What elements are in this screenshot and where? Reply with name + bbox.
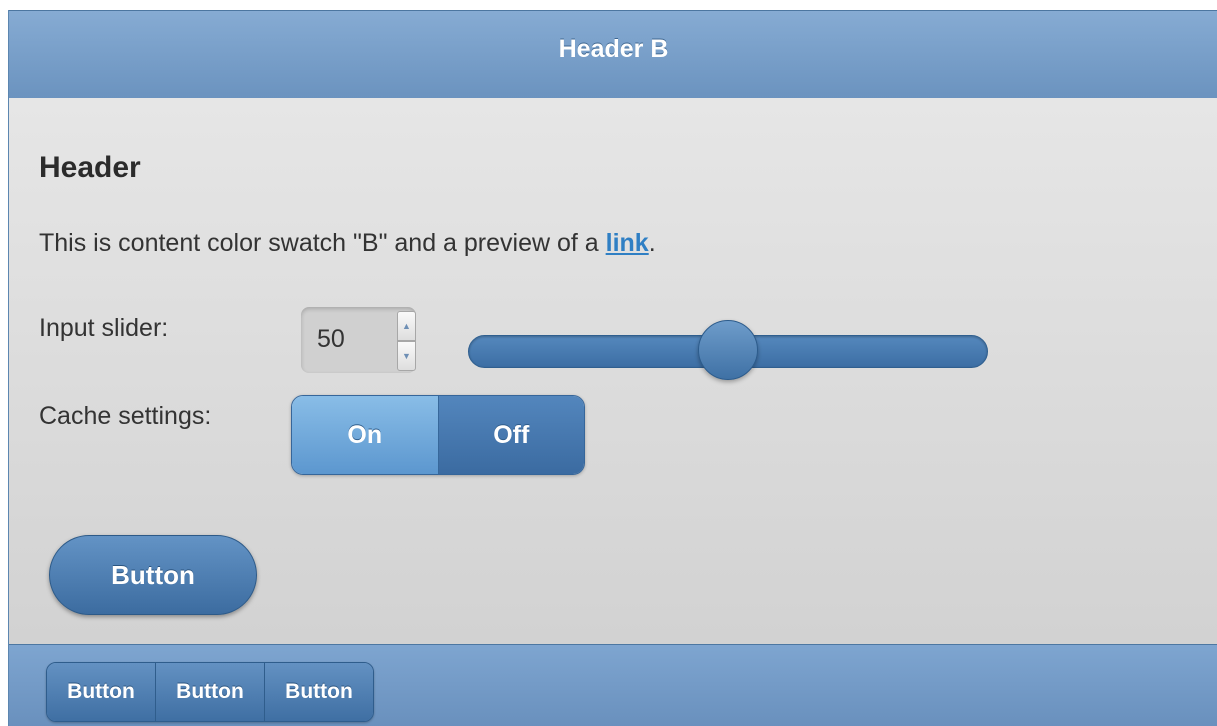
spin-up-arrow-icon[interactable]: ▲ [397, 311, 416, 341]
spin-down-arrow-icon[interactable]: ▼ [397, 341, 416, 371]
slider-number-input[interactable]: 50 ▲ ▼ [301, 307, 416, 373]
content-paragraph: This is content color swatch "B" and a p… [39, 229, 656, 258]
footer-bar: Button Button Button [9, 644, 1217, 726]
footer-button-group: Button Button Button [46, 662, 374, 722]
footer-button-2[interactable]: Button [156, 663, 265, 721]
page-frame: Header B Header This is content color sw… [8, 10, 1217, 726]
main-button[interactable]: Button [49, 535, 257, 615]
cache-settings-label: Cache settings: [39, 402, 212, 430]
content-text-end: . [648, 229, 656, 257]
input-slider-label: Input slider: [39, 314, 169, 342]
content-text-start: This is content color swatch "B" and a p… [39, 229, 606, 257]
cache-settings-switch[interactable]: On Off [291, 395, 585, 475]
content-heading: Header [39, 151, 141, 184]
cache-off-option[interactable]: Off [438, 396, 584, 474]
header-title: Header B [558, 35, 669, 63]
content-area: Header This is content color swatch "B" … [9, 98, 1217, 644]
content-link[interactable]: link [606, 229, 649, 257]
slider-value: 50 [317, 325, 345, 353]
cache-on-option[interactable]: On [292, 396, 439, 474]
footer-button-1[interactable]: Button [47, 663, 156, 721]
slider-handle[interactable] [698, 320, 758, 380]
footer-button-3[interactable]: Button [265, 663, 373, 721]
slider-track[interactable] [468, 320, 988, 380]
header-bar: Header B [9, 10, 1217, 99]
